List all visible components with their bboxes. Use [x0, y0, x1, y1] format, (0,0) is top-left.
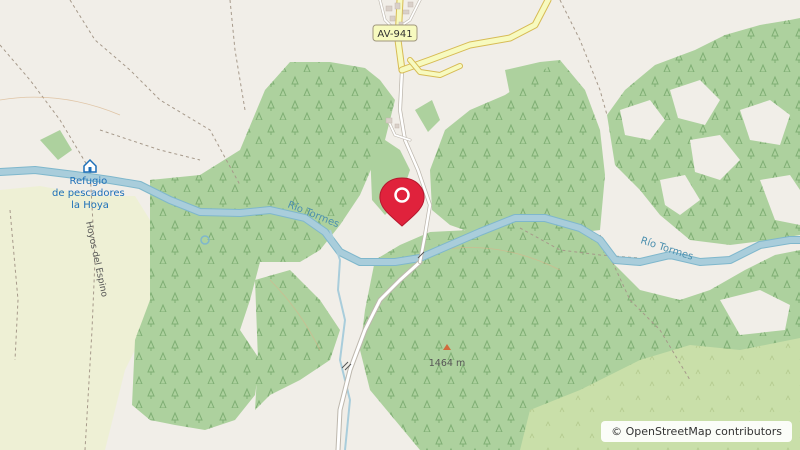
road-shield-label: AV-941 [377, 29, 412, 40]
road-shield-av941: AV-941 [372, 24, 418, 42]
attribution[interactable]: © OpenStreetMap contributors [601, 421, 792, 442]
peak-elevation-label: 1464 m [429, 358, 465, 369]
map-canvas[interactable]: AV-941 Refugio de pescadores la Hoya Hoy… [0, 0, 800, 450]
